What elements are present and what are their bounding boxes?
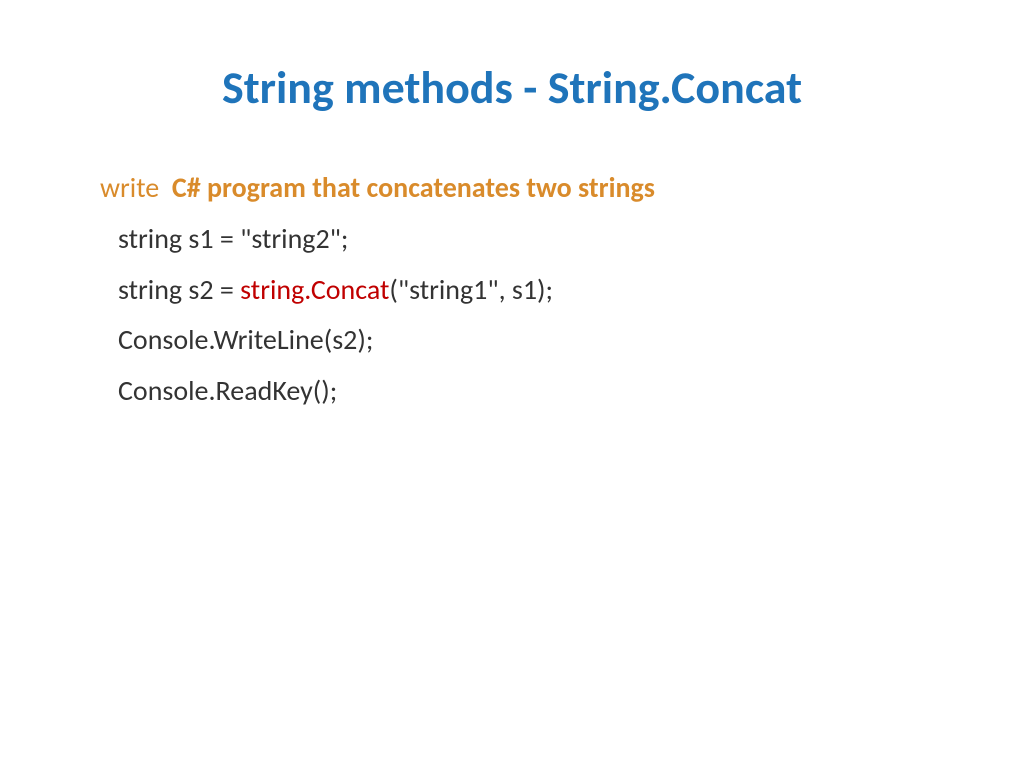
code-line-4: Console.ReadKey(); (100, 369, 924, 414)
program-description: C# program that concatenates two strings (172, 170, 655, 205)
prompt-line: write C# program that concatenates two s… (100, 166, 924, 211)
code-line-3: Console.WriteLine(s2); (100, 318, 924, 363)
slide-title: String methods - String.Concat (100, 60, 924, 116)
code-line-1: string s1 = "string2"; (100, 217, 924, 262)
code-line-2-prefix: string s2 = (118, 272, 240, 307)
slide-container: String methods - String.Concat write C# … (0, 0, 1024, 768)
code-line-2-suffix: ("string1", s1); (389, 272, 553, 307)
code-line-2: string s2 = string.Concat("string1", s1)… (100, 268, 924, 313)
write-label: write (100, 170, 159, 205)
slide-content: write C# program that concatenates two s… (100, 166, 924, 414)
string-concat-method: string.Concat (240, 272, 389, 307)
